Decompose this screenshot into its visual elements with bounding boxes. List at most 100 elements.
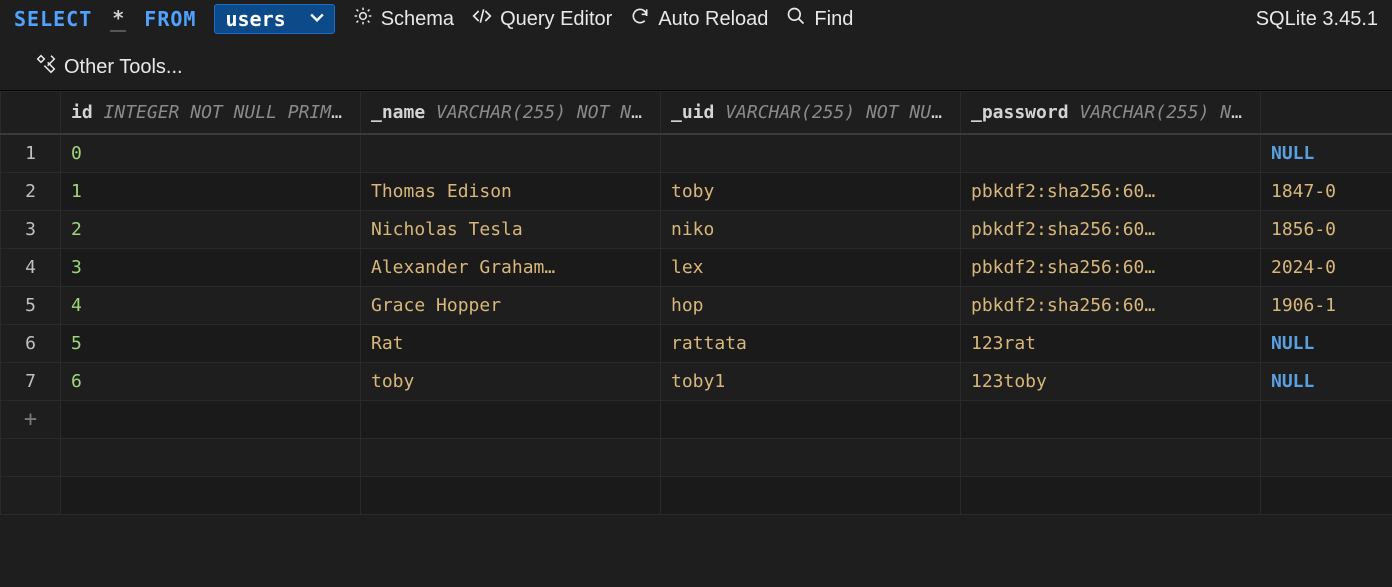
table-dropdown-label: users (225, 7, 285, 31)
data-grid: id INTEGER NOT NULL PRIMARY KEY _name VA… (0, 90, 1392, 515)
find-label: Find (814, 8, 853, 31)
empty-cell[interactable] (1261, 400, 1392, 438)
cell-password[interactable]: pbkdf2:sha256:60… (961, 210, 1261, 248)
col-name: _password (971, 102, 1069, 123)
column-header-created[interactable]: _c (1261, 92, 1392, 135)
empty-cell (961, 438, 1261, 476)
cell-name[interactable]: Rat (361, 324, 661, 362)
find-button[interactable]: Find (786, 6, 853, 32)
table-row: 21Thomas Edisontobypbkdf2:sha256:60…1847… (1, 172, 1392, 210)
cell-id[interactable]: 2 (61, 210, 361, 248)
schema-button[interactable]: Schema (353, 6, 454, 32)
row-number (1, 476, 61, 514)
cell-name[interactable]: Alexander Graham… (361, 248, 661, 286)
empty-cell (961, 476, 1261, 514)
cell-password[interactable]: pbkdf2:sha256:60… (961, 172, 1261, 210)
empty-cell[interactable] (661, 400, 961, 438)
cell-created[interactable]: NULL (1261, 134, 1392, 172)
col-name: _uid (671, 102, 714, 123)
cell-created[interactable]: 1906-1 (1261, 286, 1392, 324)
table-row: 65Ratrattata123ratNULL (1, 324, 1392, 362)
empty-row (1, 476, 1392, 514)
table-row: 54Grace Hopperhoppbkdf2:sha256:60…1906-1 (1, 286, 1392, 324)
table-row: 43Alexander Graham…lexpbkdf2:sha256:60…2… (1, 248, 1392, 286)
cell-created[interactable]: 1856-0 (1261, 210, 1392, 248)
empty-cell[interactable] (961, 400, 1261, 438)
row-number[interactable]: 3 (1, 210, 61, 248)
sql-columns-selector[interactable]: * (110, 6, 126, 32)
plus-icon[interactable]: + (1, 400, 61, 438)
row-number (1, 438, 61, 476)
cell-name[interactable]: Grace Hopper (361, 286, 661, 324)
column-header-uid[interactable]: _uid VARCHAR(255) NOT NULL UNIQUE (661, 92, 961, 135)
schema-label: Schema (381, 8, 454, 31)
col-name: id (71, 102, 93, 123)
empty-cell (61, 476, 361, 514)
tools-icon (36, 54, 56, 80)
row-number[interactable]: 5 (1, 286, 61, 324)
cell-name[interactable]: Nicholas Tesla (361, 210, 661, 248)
cell-uid[interactable]: toby (661, 172, 961, 210)
cell-id[interactable]: 0 (61, 134, 361, 172)
table-dropdown[interactable]: users (214, 4, 334, 34)
cell-created[interactable]: NULL (1261, 362, 1392, 400)
cell-id[interactable]: 6 (61, 362, 361, 400)
code-icon (472, 6, 492, 32)
column-header-name[interactable]: _name VARCHAR(255) NOT NULL (361, 92, 661, 135)
empty-cell (661, 476, 961, 514)
table-row: 10 NULL (1, 134, 1392, 172)
gutter-header (1, 92, 61, 135)
auto-reload-button[interactable]: Auto Reload (630, 6, 768, 32)
cell-id[interactable]: 3 (61, 248, 361, 286)
column-header-password[interactable]: _password VARCHAR(255) NOT NULL (961, 92, 1261, 135)
reload-icon (630, 6, 650, 32)
row-number[interactable]: 7 (1, 362, 61, 400)
cell-name[interactable]: Thomas Edison (361, 172, 661, 210)
other-tools-button[interactable]: Other Tools... (36, 54, 183, 80)
cell-name[interactable]: toby (361, 362, 661, 400)
cell-uid[interactable]: hop (661, 286, 961, 324)
chevron-down-icon (310, 11, 324, 27)
column-header-id[interactable]: id INTEGER NOT NULL PRIMARY KEY (61, 92, 361, 135)
cell-password[interactable]: 123toby (961, 362, 1261, 400)
col-name: _name (371, 102, 425, 123)
cell-name[interactable] (361, 134, 661, 172)
sqlite-version: SQLite 3.45.1 (1256, 8, 1378, 31)
sql-select-keyword: SELECT (14, 7, 92, 31)
cell-uid[interactable] (661, 134, 961, 172)
row-number[interactable]: 1 (1, 134, 61, 172)
cell-uid[interactable]: toby1 (661, 362, 961, 400)
header-row: id INTEGER NOT NULL PRIMARY KEY _name VA… (1, 92, 1392, 135)
table-row: 76tobytoby1123tobyNULL (1, 362, 1392, 400)
cell-password[interactable]: pbkdf2:sha256:60… (961, 248, 1261, 286)
cell-created[interactable]: 2024-0 (1261, 248, 1392, 286)
add-row[interactable]: + (1, 400, 1392, 438)
empty-cell[interactable] (361, 400, 661, 438)
col-type: VARCHAR(255) NOT NULL UNIQUE (725, 102, 960, 123)
empty-cell[interactable] (61, 400, 361, 438)
cell-password[interactable] (961, 134, 1261, 172)
empty-row (1, 438, 1392, 476)
cell-id[interactable]: 1 (61, 172, 361, 210)
row-number[interactable]: 2 (1, 172, 61, 210)
col-type: VARCHAR(255) NOT NULL (436, 102, 660, 123)
cell-uid[interactable]: niko (661, 210, 961, 248)
cell-password[interactable]: pbkdf2:sha256:60… (961, 286, 1261, 324)
col-type: VARCHAR(255) NOT NULL (1079, 102, 1260, 123)
empty-cell (361, 438, 661, 476)
row-number[interactable]: 4 (1, 248, 61, 286)
search-icon (786, 6, 806, 32)
cell-created[interactable]: 1847-0 (1261, 172, 1392, 210)
cell-id[interactable]: 5 (61, 324, 361, 362)
cell-created[interactable]: NULL (1261, 324, 1392, 362)
other-tools-label: Other Tools... (64, 56, 183, 79)
row-number[interactable]: 6 (1, 324, 61, 362)
auto-reload-label: Auto Reload (658, 8, 768, 31)
cell-password[interactable]: 123rat (961, 324, 1261, 362)
query-editor-button[interactable]: Query Editor (472, 6, 612, 32)
cell-id[interactable]: 4 (61, 286, 361, 324)
cell-uid[interactable]: lex (661, 248, 961, 286)
empty-cell (1261, 476, 1392, 514)
empty-cell (361, 476, 661, 514)
cell-uid[interactable]: rattata (661, 324, 961, 362)
